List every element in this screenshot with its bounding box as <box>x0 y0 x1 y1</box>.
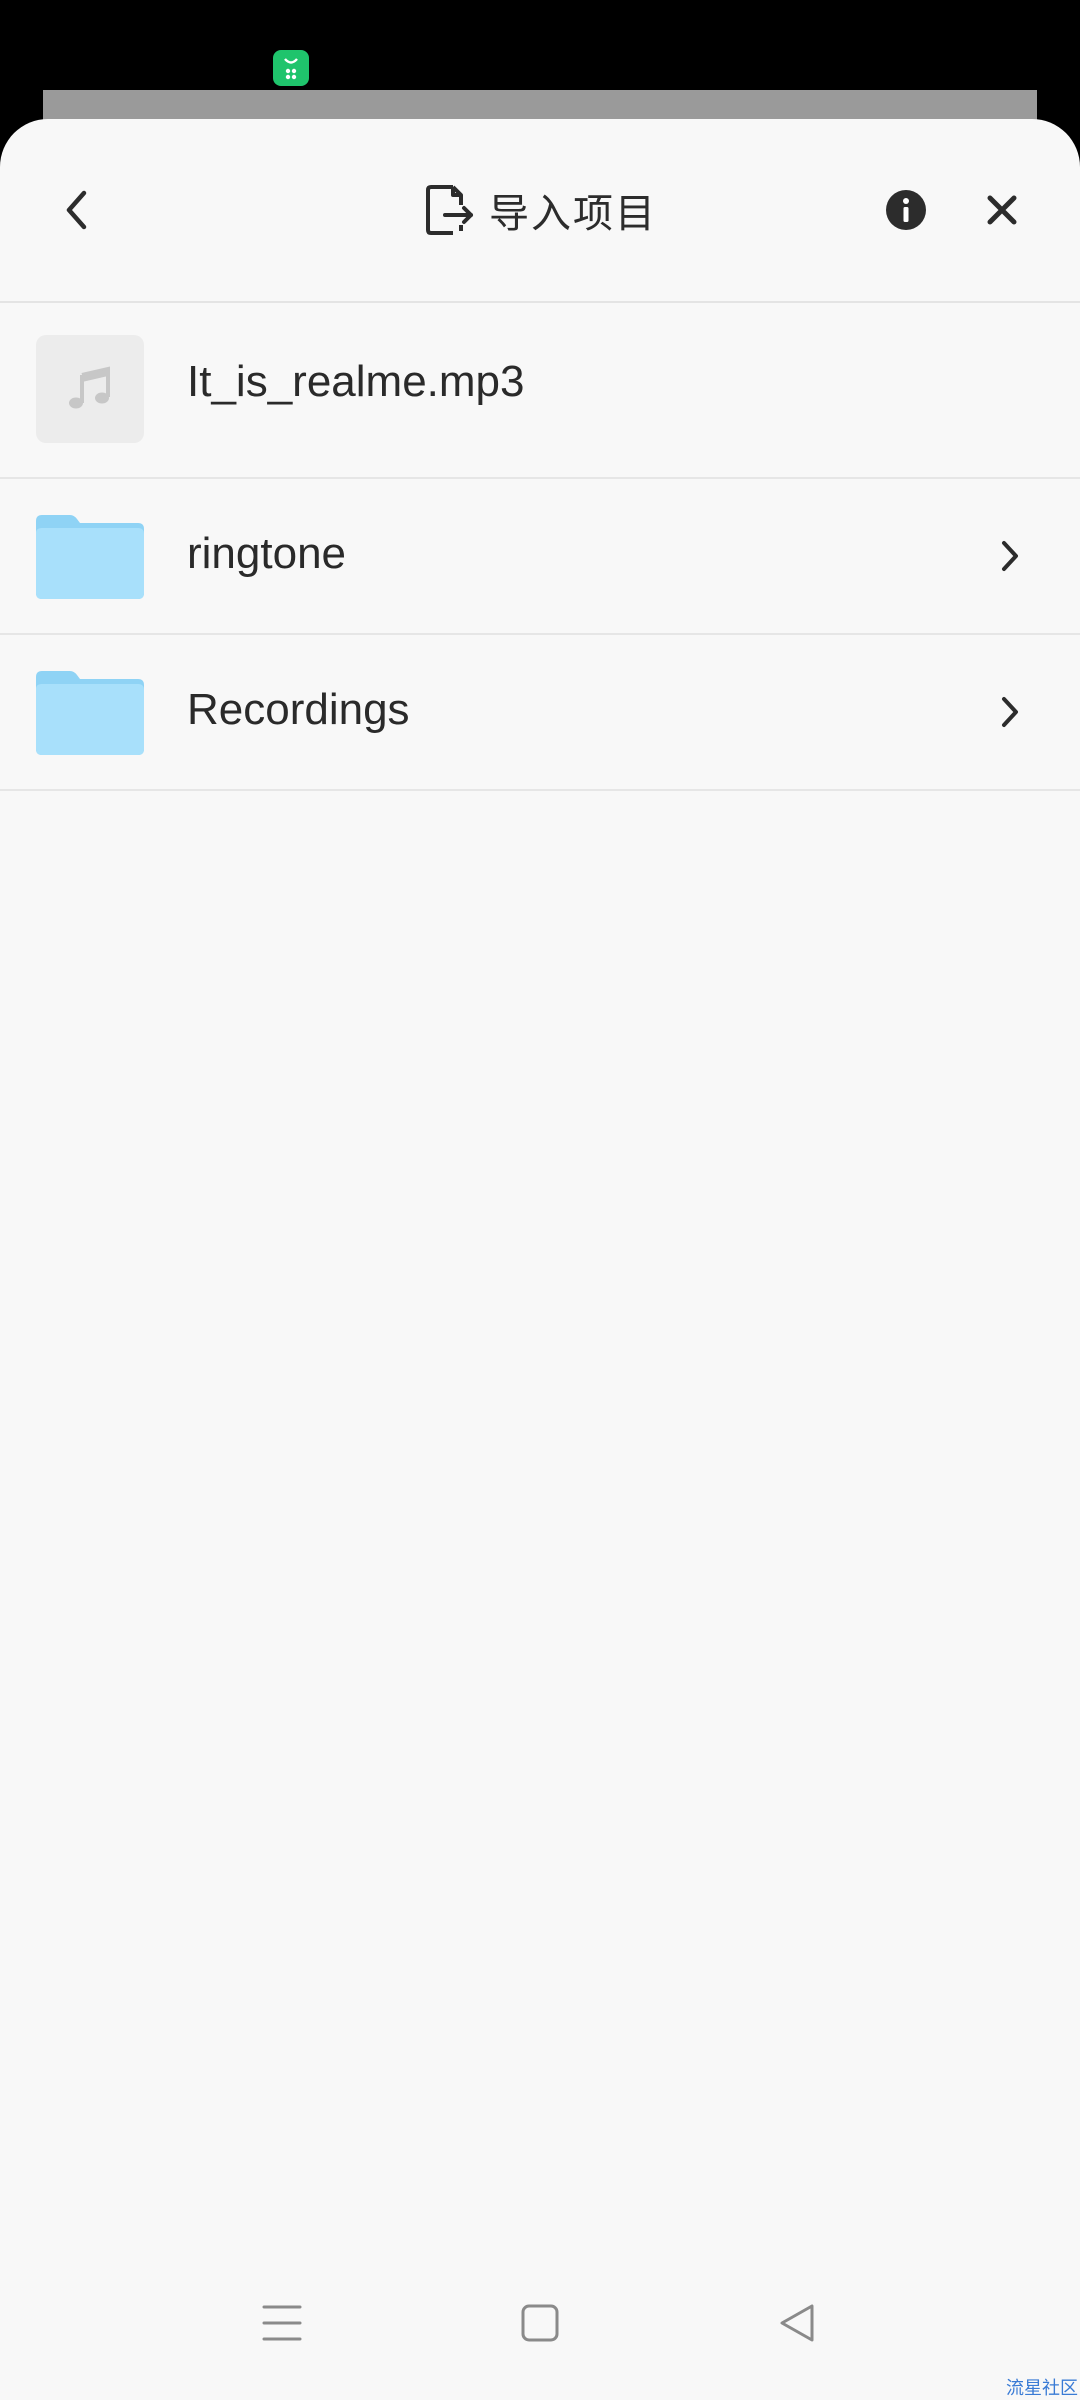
chevron-right-icon <box>1002 697 1018 727</box>
list-item-folder[interactable]: Recordings <box>0 635 1080 791</box>
chevron-right-icon <box>1002 541 1018 571</box>
page-title: 导入项目 <box>489 191 657 237</box>
import-sheet: 导入项目 It_is_realme.mp3 ringtone Recording… <box>0 119 1080 2400</box>
music-note-icon <box>36 335 144 443</box>
system-nav-bar <box>0 2260 1080 2400</box>
recent-apps-button[interactable] <box>232 2273 332 2373</box>
home-button[interactable] <box>490 2273 590 2373</box>
triangle-back-icon <box>780 2304 814 2342</box>
import-file-icon <box>426 185 473 235</box>
square-home-icon <box>521 2304 559 2342</box>
folder-name: ringtone <box>187 529 347 578</box>
info-button[interactable] <box>861 165 951 255</box>
back-button[interactable] <box>33 165 123 255</box>
watermark: 流星社区 <box>1006 2378 1078 2399</box>
folder-name: Recordings <box>187 685 410 734</box>
chevron-left-icon <box>66 190 87 230</box>
folder-icon <box>36 671 144 755</box>
menu-lines-icon <box>262 2305 302 2341</box>
folder-icon <box>36 515 144 599</box>
close-button[interactable] <box>957 165 1047 255</box>
list-item-file[interactable]: It_is_realme.mp3 <box>0 301 1080 479</box>
green-app-notification-icon <box>273 50 309 86</box>
file-list: It_is_realme.mp3 ringtone Recordings <box>0 301 1080 791</box>
list-item-folder[interactable]: ringtone <box>0 479 1080 635</box>
info-icon <box>886 190 926 230</box>
file-name: It_is_realme.mp3 <box>187 357 525 406</box>
close-icon <box>987 195 1017 225</box>
nav-back-button[interactable] <box>748 2273 848 2373</box>
sheet-header: 导入项目 <box>0 119 1080 303</box>
